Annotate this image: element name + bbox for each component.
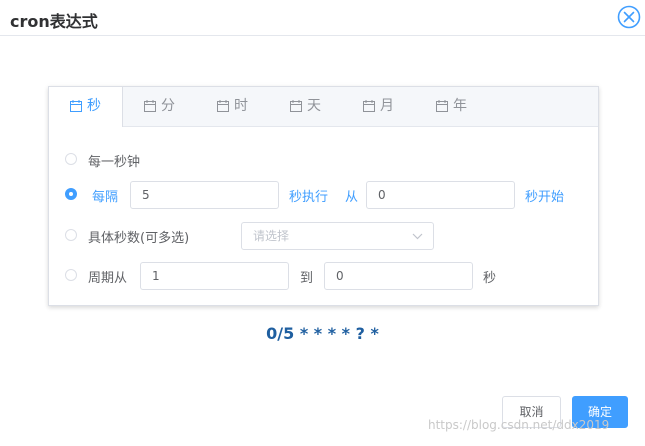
option-interval: 每隔 5 秒执行 从 0 秒开始 [49,181,598,209]
unit-tabs: 秒 分 时 天 月 年 [49,87,598,127]
dialog-header: cron表达式 [0,0,645,36]
calendar-icon [144,100,156,112]
interval-suffix-label: 秒开始 [525,190,565,205]
tab-label: 月 [380,98,394,114]
option-every-second: 每一秒钟 [49,146,598,174]
cron-panel: 秒 分 时 天 月 年 每一秒钟 每隔 5 秒执行 从 0 秒开始 具体秒数(可… [48,86,599,306]
calendar-icon [217,100,229,112]
cron-expression: 0/5 * * * * ? * [266,324,379,343]
close-icon [617,5,641,29]
range-label: 周期从 [88,271,128,286]
every-second-label: 每一秒钟 [88,155,141,170]
tab-second[interactable]: 秒 [49,87,123,127]
close-button[interactable] [617,5,641,29]
interval-value-input[interactable]: 5 [130,181,279,209]
tab-hour[interactable]: 时 [196,87,269,126]
tab-year[interactable]: 年 [415,87,488,126]
chevron-down-icon [412,233,423,240]
interval-start-input[interactable]: 0 [366,181,515,209]
tab-label: 分 [161,98,175,114]
option-specific: 具体秒数(可多选) 请选择 [49,222,598,250]
tab-month[interactable]: 月 [342,87,415,126]
interval-prefix-label: 每隔 [92,190,119,205]
calendar-icon [70,100,82,112]
radio-every-second[interactable] [65,153,77,165]
range-from-input[interactable]: 1 [140,262,289,290]
tab-label: 年 [453,98,467,114]
range-unit-label: 秒 [483,271,497,286]
calendar-icon [363,100,375,112]
watermark: https://blog.csdn.net/ddx2019 [428,418,610,432]
range-to-label: 到 [300,271,314,286]
radio-specific[interactable] [65,229,77,241]
tab-label: 天 [307,98,321,114]
calendar-icon [290,100,302,112]
tab-minute[interactable]: 分 [123,87,196,126]
interval-from-label: 从 [345,190,359,205]
radio-range[interactable] [65,269,77,281]
specific-label: 具体秒数(可多选) [88,231,190,246]
option-range: 周期从 1 到 0 秒 [49,262,598,290]
dialog-title: cron表达式 [10,12,98,31]
calendar-icon [436,100,448,112]
tab-day[interactable]: 天 [269,87,342,126]
specific-select-placeholder: 请选择 [253,229,290,243]
radio-interval[interactable] [65,188,77,200]
tab-label: 秒 [87,98,101,114]
specific-select[interactable]: 请选择 [241,222,434,250]
tab-label: 时 [234,98,248,114]
range-to-input[interactable]: 0 [324,262,473,290]
interval-middle-label: 秒执行 [289,190,329,205]
